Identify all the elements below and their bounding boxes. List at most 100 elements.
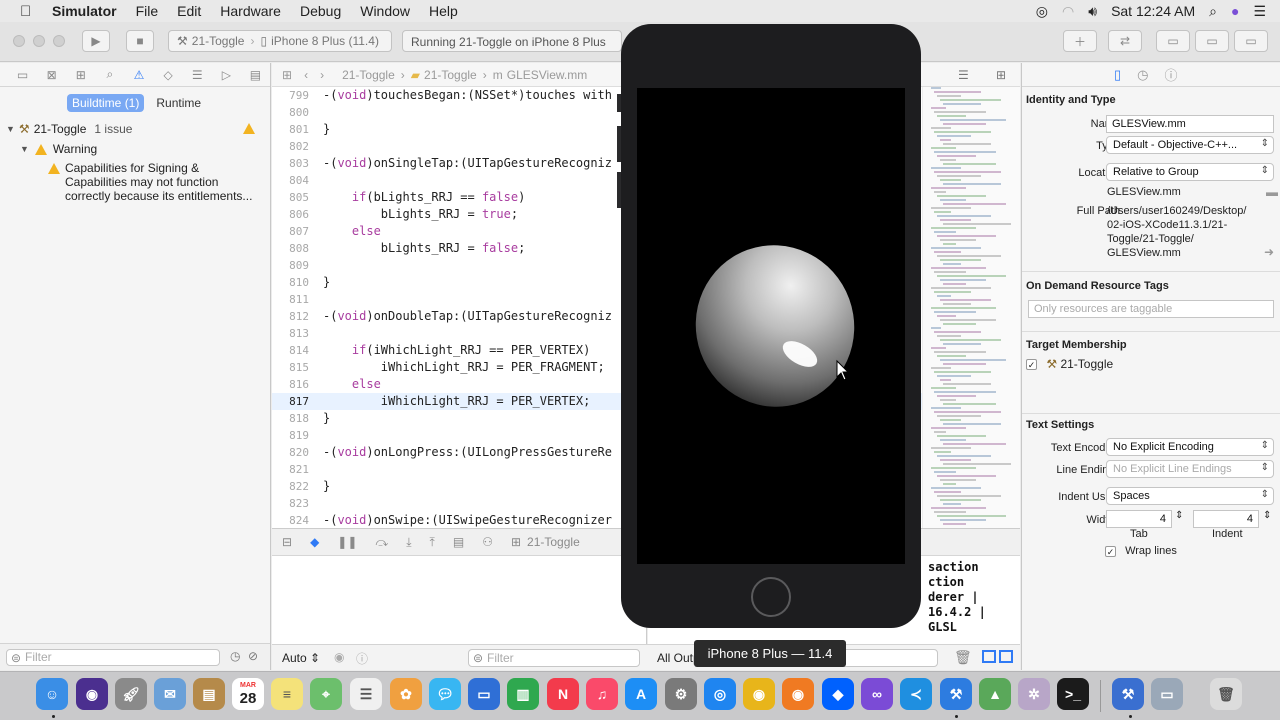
- app-store-icon[interactable]: A: [625, 678, 657, 710]
- menu-app[interactable]: Simulator: [52, 3, 117, 19]
- tab-width-field[interactable]: 4: [1106, 510, 1172, 528]
- folder-icon[interactable]: ▬: [1266, 185, 1278, 199]
- disclosure-down-icon[interactable]: ▼: [6, 124, 15, 134]
- menu-debug[interactable]: Debug: [300, 3, 341, 19]
- indent-stepper[interactable]: ⇕: [1263, 510, 1271, 521]
- file-inspector-icon[interactable]: ▯: [1114, 67, 1121, 83]
- menu-file[interactable]: File: [136, 3, 159, 19]
- notification-center-icon[interactable]: ☰: [1253, 3, 1266, 20]
- name-field[interactable]: GLESView.mm: [1106, 115, 1274, 133]
- menu-edit[interactable]: Edit: [177, 3, 201, 19]
- disclosure-down-icon[interactable]: ▼: [20, 144, 29, 154]
- volume-down-button[interactable]: [617, 172, 621, 208]
- back-icon[interactable]: ‹: [304, 68, 308, 82]
- mute-switch[interactable]: [617, 94, 621, 112]
- project-issue-row[interactable]: ▼ ⚒ 21-Toggle 1 issue: [0, 119, 271, 139]
- chrome-icon[interactable]: ◉: [743, 678, 775, 710]
- auto-selector[interactable]: Auto ⇕: [282, 651, 320, 665]
- trash-icon[interactable]: 🗑︎: [954, 649, 972, 666]
- warning-group-row[interactable]: ▼ Warning: [0, 139, 271, 159]
- indent-using-popup[interactable]: Spaces: [1106, 487, 1274, 505]
- line-endings-popup[interactable]: No Explicit Line Endings: [1106, 460, 1274, 478]
- minimap[interactable]: [922, 87, 1020, 528]
- launchpad-icon[interactable]: 🚀︎: [115, 678, 147, 710]
- stop-button[interactable]: ■: [126, 30, 154, 52]
- toggle-inspector-button[interactable]: ▭: [1234, 30, 1268, 52]
- step-into-icon[interactable]: ⤓: [406, 535, 411, 550]
- vscode-icon[interactable]: ≺: [900, 678, 932, 710]
- photoshop-like-icon[interactable]: ✲: [1018, 678, 1050, 710]
- report-icon[interactable]: ▤: [241, 68, 270, 82]
- encoding-popup[interactable]: No Explicit Encoding: [1106, 438, 1274, 456]
- volume-icon[interactable]: 🔊︎: [1088, 3, 1097, 20]
- breadcrumb-file[interactable]: GLESView.mm: [507, 68, 587, 82]
- target-row[interactable]: ✓ ⚒ 21-Toggle: [1026, 357, 1113, 371]
- visual-studio-icon[interactable]: ∞: [861, 678, 893, 710]
- music-icon[interactable]: ♫: [586, 678, 618, 710]
- notes-icon[interactable]: ≡: [271, 678, 303, 710]
- location-popup[interactable]: Relative to Group: [1106, 163, 1274, 181]
- tab-stepper[interactable]: ⇕: [1175, 510, 1183, 521]
- find-icon[interactable]: ⌕: [95, 67, 124, 82]
- indent-width-field[interactable]: 4: [1193, 510, 1259, 528]
- messages-icon[interactable]: 💬︎: [429, 678, 461, 710]
- clock[interactable]: Sat 12:24 AM: [1111, 3, 1195, 19]
- terminal-icon[interactable]: >_: [1057, 678, 1089, 710]
- xcode-doc-icon[interactable]: ⚒: [1112, 678, 1144, 710]
- dropbox-icon[interactable]: ◆: [822, 678, 854, 710]
- hide-debug-icon[interactable]: ⊟: [282, 535, 292, 549]
- creative-cloud-icon[interactable]: ◎: [1036, 3, 1048, 20]
- memory-graph-icon[interactable]: ⚇: [482, 535, 493, 549]
- breakpoints-toggle-icon[interactable]: ◆: [310, 535, 319, 549]
- siri-icon[interactable]: ◉: [76, 678, 108, 710]
- pause-icon[interactable]: ❚❚: [337, 535, 357, 549]
- android-studio-icon[interactable]: ▲: [979, 678, 1011, 710]
- calendar-icon[interactable]: MAR 28: [232, 678, 264, 710]
- resource-tags-field[interactable]: Only resources are taggable: [1028, 300, 1274, 318]
- folder-icon[interactable]: ▭: [8, 68, 37, 82]
- photos-icon[interactable]: ✿: [390, 678, 422, 710]
- toggle-debug-button[interactable]: ▭: [1195, 30, 1229, 52]
- test-icon[interactable]: ◇: [154, 68, 183, 82]
- spotlight-icon[interactable]: ⌕: [1209, 3, 1217, 20]
- warning-item[interactable]: Capabilities for Signing & Capabilities …: [48, 161, 268, 203]
- siri-icon[interactable]: ●: [1231, 3, 1239, 19]
- wifi-icon[interactable]: ◠: [1062, 3, 1074, 20]
- related-items-icon[interactable]: ⊞: [282, 68, 292, 82]
- clock-icon[interactable]: ◷: [230, 649, 240, 663]
- run-button[interactable]: ▶: [82, 30, 110, 52]
- close-button[interactable]: [13, 35, 25, 47]
- firefox-icon[interactable]: ◉: [782, 678, 814, 710]
- quick-help-icon[interactable]: ⓘ: [1165, 65, 1178, 84]
- tab-runtime[interactable]: Runtime: [156, 96, 201, 110]
- forward-icon[interactable]: ›: [320, 68, 324, 82]
- toggle-navigator-button[interactable]: ▭: [1156, 30, 1190, 52]
- step-over-icon[interactable]: ⤼: [375, 535, 388, 550]
- library-button[interactable]: ＋: [1063, 30, 1097, 52]
- xcode-icon[interactable]: ⚒: [940, 678, 972, 710]
- split-right-icon[interactable]: [999, 650, 1013, 663]
- issue-filter-icon[interactable]: ⊘: [248, 649, 258, 663]
- debug-navigator-icon[interactable]: ☰: [183, 68, 212, 82]
- finder-drive-icon[interactable]: ▭: [1151, 678, 1183, 710]
- apple-icon[interactable]: : [20, 3, 38, 20]
- code-review-button[interactable]: ⇄: [1108, 30, 1142, 52]
- breadcrumb-group[interactable]: 21-Toggle: [424, 68, 477, 82]
- eye-icon[interactable]: ◉: [334, 650, 344, 664]
- reminders-icon[interactable]: ☰: [350, 678, 382, 710]
- split-editor-icon[interactable]: ⊞: [996, 68, 1006, 82]
- zoom-button[interactable]: [53, 35, 65, 47]
- contacts-icon[interactable]: ▤: [193, 678, 225, 710]
- info-icon[interactable]: ⓘ: [356, 650, 368, 667]
- menu-window[interactable]: Window: [360, 3, 410, 19]
- menu-hardware[interactable]: Hardware: [220, 3, 281, 19]
- issue-navigator-icon[interactable]: ⚠: [124, 68, 153, 82]
- breakpoint-icon[interactable]: ▷: [212, 68, 241, 82]
- type-popup[interactable]: Default - Objective-C++...: [1106, 136, 1274, 154]
- keynote-icon[interactable]: ▭: [468, 678, 500, 710]
- source-control-icon[interactable]: ⊠: [37, 68, 66, 82]
- target-checkbox[interactable]: ✓: [1026, 359, 1037, 371]
- hierarchy-icon[interactable]: ⊞: [66, 68, 95, 82]
- history-icon[interactable]: ◷: [1137, 67, 1148, 83]
- system-preferences-icon[interactable]: ⚙: [665, 678, 697, 710]
